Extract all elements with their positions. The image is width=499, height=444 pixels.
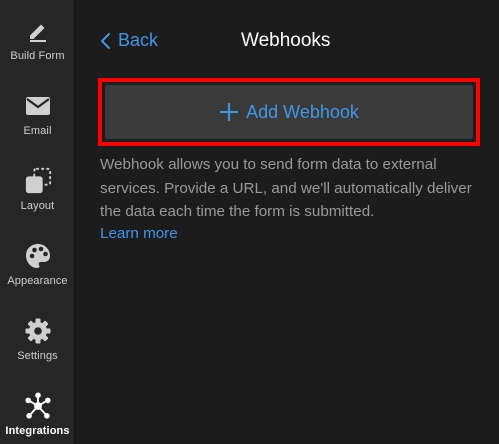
add-webhook-label: Add Webhook [246,101,359,122]
sidebar-item-layout[interactable]: Layout [0,150,75,225]
add-webhook-button[interactable]: Add Webhook [105,85,473,139]
sidebar-item-label: Integrations [5,425,70,437]
layout-icon [24,167,52,195]
palette-icon [24,242,52,270]
chevron-left-icon [101,32,110,49]
webhook-description: Webhook allows you to send form data to … [100,156,472,220]
plus-icon [220,103,239,121]
sidebar-item-email[interactable]: Email [0,75,75,150]
integrations-icon [24,392,52,420]
sidebar-item-integrations[interactable]: Integrations [0,375,75,444]
main-panel: Back Webhooks Add Webhook Webhook allows… [75,0,499,444]
sidebar-item-build-form[interactable]: Build Form [0,0,75,75]
app-root: Build Form Email Layout Appearance Setti… [0,0,499,444]
sidebar-item-settings[interactable]: Settings [0,300,75,375]
back-label: Back [118,30,159,50]
learn-more-link[interactable]: Learn more [100,225,178,242]
page-title: Webhooks [241,30,331,51]
sidebar-item-label: Build Form [10,50,65,62]
envelope-icon [24,92,52,120]
back-button[interactable]: Back [100,30,158,51]
sidebar-item-label: Layout [20,200,55,212]
sidebar-item-label: Settings [17,350,58,362]
sidebar-item-label: Appearance [7,275,68,287]
sidebar: Build Form Email Layout Appearance Setti… [0,0,75,444]
sidebar-item-appearance[interactable]: Appearance [0,225,75,300]
sidebar-item-label: Email [23,125,52,137]
add-webhook-highlight: Add Webhook [98,78,480,146]
pencil-icon [24,17,52,45]
gear-icon [24,317,52,345]
